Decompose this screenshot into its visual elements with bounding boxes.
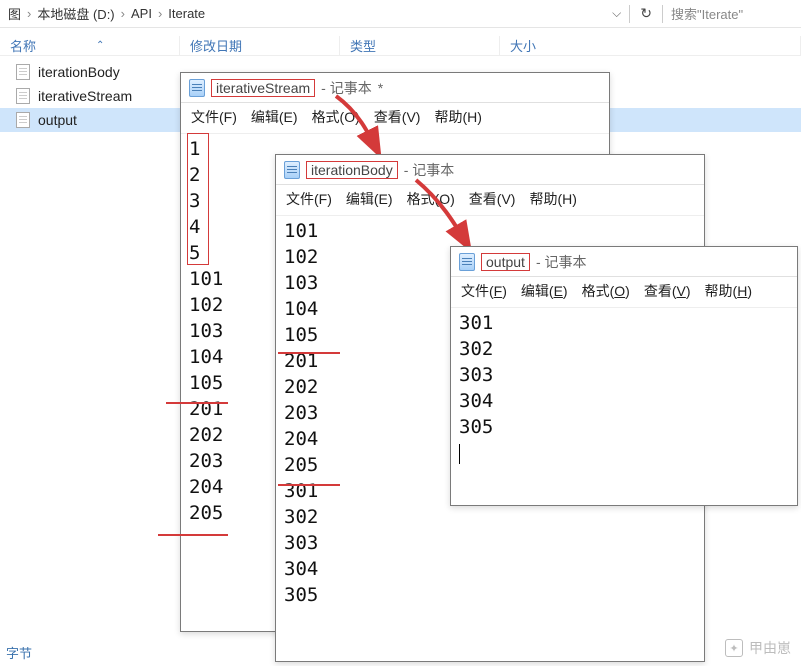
text-line: 303 bbox=[284, 530, 696, 556]
document-icon bbox=[16, 112, 30, 128]
breadcrumb-seg[interactable]: 本地磁盘 (D:) bbox=[33, 4, 118, 23]
watermark-text: 甲由崽 bbox=[749, 638, 791, 658]
menubar: 文件(F) 编辑(E) 格式(O) 查看(V) 帮助(H) bbox=[451, 277, 797, 308]
menu-help[interactable]: 帮助(H) bbox=[529, 189, 576, 209]
menu-format[interactable]: 格式(O) bbox=[582, 281, 630, 301]
document-icon bbox=[16, 64, 30, 80]
notepad-icon bbox=[189, 79, 205, 97]
title-suffix: - 记事本 bbox=[321, 78, 372, 98]
annotation-underline bbox=[278, 352, 340, 354]
text-line: 304 bbox=[284, 556, 696, 582]
wechat-icon: ✦ bbox=[725, 639, 743, 657]
column-label: 名称 bbox=[10, 36, 36, 55]
notepad-icon bbox=[284, 161, 300, 179]
window-title: output bbox=[481, 253, 530, 271]
column-size[interactable]: 大小 bbox=[500, 36, 801, 55]
menu-file[interactable]: 文件(F) bbox=[461, 281, 507, 301]
refresh-icon[interactable]: ↻ bbox=[634, 5, 658, 22]
titlebar[interactable]: output - 记事本 bbox=[451, 247, 797, 277]
file-name: iterativeStream bbox=[38, 88, 132, 104]
search-input[interactable]: 搜索"Iterate" bbox=[667, 4, 797, 23]
document-icon bbox=[16, 88, 30, 104]
menu-format[interactable]: 格式(O) bbox=[407, 189, 455, 209]
notepad-icon bbox=[459, 253, 475, 271]
window-title: iterationBody bbox=[306, 161, 398, 179]
menu-file[interactable]: 文件(F) bbox=[286, 189, 332, 209]
text-line: 101 bbox=[284, 218, 696, 244]
column-headers: 名称 ⌃ 修改日期 类型 大小 bbox=[0, 28, 801, 56]
title-suffix: - 记事本 bbox=[536, 252, 587, 272]
text-line: 302 bbox=[459, 336, 789, 362]
text-line: 305 bbox=[284, 582, 696, 608]
menu-view[interactable]: 查看(V) bbox=[469, 189, 516, 209]
menu-help[interactable]: 帮助(H) bbox=[434, 107, 481, 127]
annotation-underline bbox=[158, 534, 228, 536]
annotation-underline bbox=[166, 402, 228, 404]
chevron-right-icon: › bbox=[25, 6, 33, 21]
column-date[interactable]: 修改日期 bbox=[180, 36, 340, 55]
title-suffix: - 记事本 bbox=[404, 160, 455, 180]
text-line: 302 bbox=[284, 504, 696, 530]
menu-edit[interactable]: 编辑(E) bbox=[346, 189, 393, 209]
menu-view[interactable]: 查看(V) bbox=[374, 107, 421, 127]
column-type[interactable]: 类型 bbox=[340, 36, 500, 55]
history-dropdown-icon[interactable]: ⌵ bbox=[608, 6, 625, 21]
column-name[interactable]: 名称 ⌃ bbox=[0, 36, 180, 55]
breadcrumb-seg[interactable]: API bbox=[127, 6, 156, 21]
menubar: 文件(F) 编辑(E) 格式(O) 查看(V) 帮助(H) bbox=[276, 185, 704, 216]
status-bar-label: 字节 bbox=[6, 643, 32, 662]
file-name: output bbox=[38, 112, 77, 128]
text-line: 301 bbox=[459, 310, 789, 336]
menu-help[interactable]: 帮助(H) bbox=[705, 281, 752, 301]
text-line: 303 bbox=[459, 362, 789, 388]
notepad-window-output: output - 记事本 文件(F) 编辑(E) 格式(O) 查看(V) 帮助(… bbox=[450, 246, 798, 506]
menu-format[interactable]: 格式(O) bbox=[312, 107, 360, 127]
breadcrumb-seg[interactable]: Iterate bbox=[164, 6, 209, 21]
text-line: 305 bbox=[459, 414, 789, 440]
file-name: iterationBody bbox=[38, 64, 120, 80]
menu-view[interactable]: 查看(V) bbox=[644, 281, 691, 301]
dirty-indicator: * bbox=[378, 80, 383, 96]
titlebar[interactable]: iterativeStream - 记事本 * bbox=[181, 73, 609, 103]
text-cursor bbox=[459, 444, 460, 464]
window-title: iterativeStream bbox=[211, 79, 315, 97]
menu-edit[interactable]: 编辑(E) bbox=[251, 107, 298, 127]
text-content[interactable]: 301302303304305 bbox=[451, 308, 797, 468]
divider bbox=[629, 5, 630, 23]
menubar: 文件(F) 编辑(E) 格式(O) 查看(V) 帮助(H) bbox=[181, 103, 609, 134]
chevron-right-icon: › bbox=[119, 6, 127, 21]
menu-file[interactable]: 文件(F) bbox=[191, 107, 237, 127]
breadcrumb-seg[interactable]: 图 bbox=[4, 4, 25, 23]
titlebar[interactable]: iterationBody - 记事本 bbox=[276, 155, 704, 185]
address-bar: 图 › 本地磁盘 (D:) › API › Iterate ⌵ ↻ 搜索"Ite… bbox=[0, 0, 801, 28]
annotation-underline bbox=[278, 484, 340, 486]
chevron-right-icon: › bbox=[156, 6, 164, 21]
sort-caret-icon: ⌃ bbox=[96, 40, 104, 51]
divider bbox=[662, 5, 663, 23]
watermark: ✦ 甲由崽 bbox=[725, 638, 791, 658]
menu-edit[interactable]: 编辑(E) bbox=[521, 281, 568, 301]
text-line: 304 bbox=[459, 388, 789, 414]
